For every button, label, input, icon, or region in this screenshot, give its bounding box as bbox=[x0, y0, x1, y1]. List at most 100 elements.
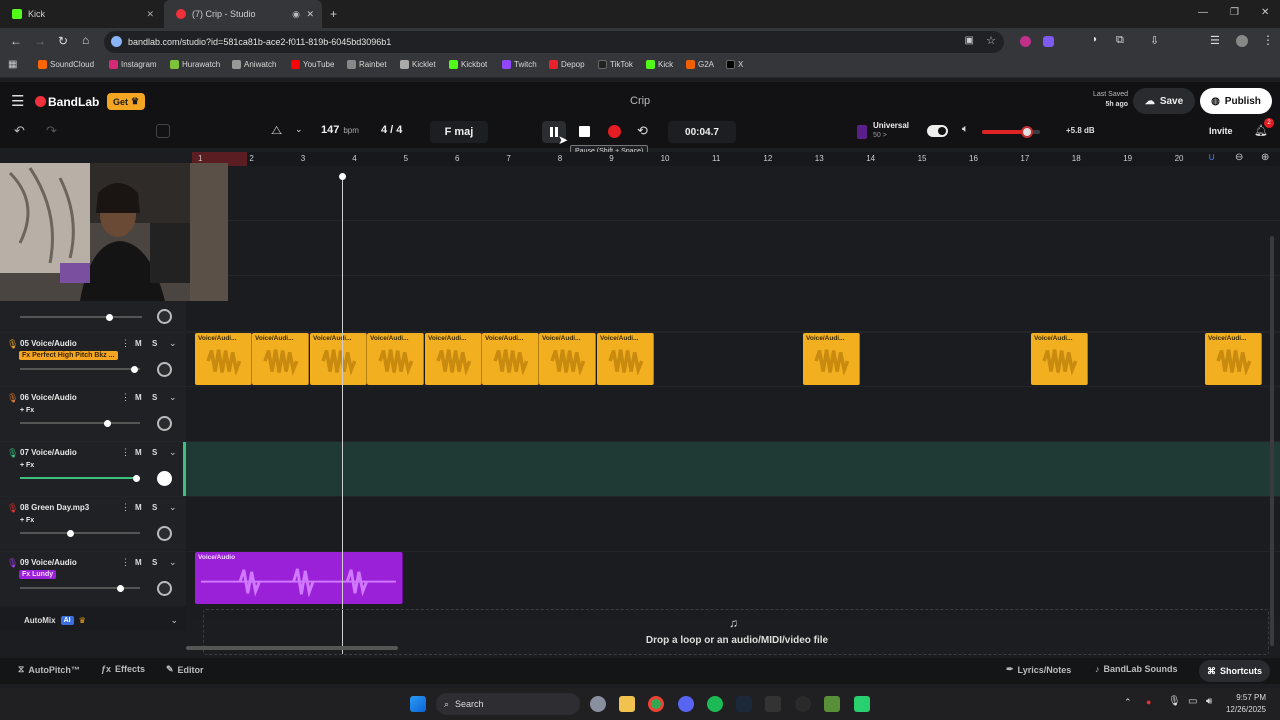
chevron-down-icon[interactable]: ⌄ bbox=[170, 615, 178, 626]
solo-button[interactable]: S bbox=[152, 558, 157, 567]
tab-studio[interactable]: (7) Crip - Studio ◉ ✕ bbox=[164, 0, 322, 28]
shortcuts-button[interactable]: ⌘ Shortcuts bbox=[1199, 660, 1271, 682]
effects-preset-pill[interactable]: Fx Perfect High Pitch Bkz ... bbox=[19, 351, 118, 360]
mute-button[interactable]: M bbox=[135, 393, 142, 402]
site-info-icon[interactable] bbox=[111, 36, 122, 47]
bookmark-g2a[interactable]: G2A bbox=[686, 60, 714, 69]
bookmark-x[interactable]: X bbox=[726, 60, 743, 69]
pan-knob[interactable] bbox=[157, 471, 172, 486]
volume-slider[interactable] bbox=[20, 419, 140, 427]
audio-clip[interactable]: Voice/Audio bbox=[195, 552, 403, 604]
volume-slider[interactable] bbox=[20, 313, 142, 321]
volume-tray-icon[interactable]: 🔊︎ bbox=[1206, 696, 1212, 707]
master-volume-slider[interactable] bbox=[982, 126, 1040, 138]
bookmark-rainbet[interactable]: Rainbet bbox=[347, 60, 387, 69]
volume-slider[interactable] bbox=[20, 365, 140, 373]
extensions-puzzle-icon[interactable]: ⧉ bbox=[1116, 34, 1124, 47]
volume-slider[interactable] bbox=[20, 584, 140, 592]
volume-slider-thumb[interactable] bbox=[117, 584, 125, 592]
undo-icon[interactable]: ↶ bbox=[14, 123, 25, 139]
url-bar[interactable]: bandlab.com/studio?id=581ca81b-ace2-f011… bbox=[104, 31, 1004, 53]
pan-knob[interactable] bbox=[157, 526, 172, 541]
chevron-down-icon[interactable]: ⌄ bbox=[169, 502, 177, 513]
new-tab-icon[interactable]: + bbox=[330, 7, 337, 21]
audio-clip[interactable]: Voice/Audi... bbox=[539, 333, 596, 385]
volume-slider-thumb[interactable] bbox=[130, 365, 138, 373]
screen-share-icon[interactable]: ▣ bbox=[965, 35, 974, 46]
record-button[interactable] bbox=[608, 125, 621, 138]
stop-button[interactable] bbox=[579, 126, 590, 137]
volume-slider[interactable] bbox=[20, 474, 140, 482]
back-icon[interactable]: ← bbox=[10, 34, 22, 48]
track-header[interactable]: 🎙︎ 06 Voice/Audio ⋮ M S ⌄ + Fx bbox=[0, 387, 186, 441]
mastering-preset-name[interactable]: Universal bbox=[873, 121, 909, 130]
bookmark-kick[interactable]: Kick bbox=[646, 60, 673, 69]
audio-clip[interactable]: Voice/Audi... bbox=[597, 333, 654, 385]
taskbar-search-box[interactable]: ⌕ Search bbox=[436, 693, 580, 715]
restore-icon[interactable]: ❐ bbox=[1230, 7, 1239, 18]
automix-row[interactable]: AutoMix AI ♛ ⌄ bbox=[0, 609, 186, 631]
time-signature[interactable]: 4 / 4 bbox=[381, 124, 402, 136]
app-icon[interactable] bbox=[795, 696, 811, 712]
mastering-preset-sub[interactable]: 50 > bbox=[873, 132, 887, 139]
audio-clip[interactable]: Voice/Audi... bbox=[252, 333, 309, 385]
close-icon[interactable]: ✕ bbox=[146, 9, 154, 20]
bookmark-instagram[interactable]: Instagram bbox=[109, 60, 157, 69]
track-menu-kebab-icon[interactable]: ⋮ bbox=[121, 557, 130, 568]
lock-tempo-icon[interactable] bbox=[156, 124, 170, 138]
invite-button[interactable]: Invite bbox=[1209, 126, 1233, 136]
sidebar-icon[interactable]: ☰ bbox=[1210, 34, 1220, 47]
add-effects-button[interactable]: + Fx bbox=[20, 462, 34, 469]
audio-clip[interactable]: Voice/Audi... bbox=[1031, 333, 1088, 385]
audio-clip[interactable]: Voice/Audi... bbox=[425, 333, 482, 385]
add-effects-button[interactable]: + Fx bbox=[20, 407, 34, 414]
add-effects-button[interactable]: + Fx bbox=[20, 517, 34, 524]
save-button[interactable]: ☁ Save bbox=[1133, 88, 1195, 114]
horizontal-scrollbar[interactable] bbox=[186, 646, 398, 650]
bookmark-star-icon[interactable]: ☆ bbox=[986, 34, 996, 47]
extension-icon[interactable]: ◗ bbox=[1092, 34, 1098, 45]
menu-kebab-icon[interactable]: ⋮ bbox=[1262, 33, 1274, 47]
track-name[interactable]: Green Day.mp3 bbox=[31, 503, 89, 512]
clock-date[interactable]: 12/26/2025 bbox=[1220, 705, 1266, 714]
chevron-down-icon[interactable]: ⌄ bbox=[169, 447, 177, 458]
track-header[interactable]: 🎙︎ 07 Voice/Audio ⋮ M S ⌄ + Fx bbox=[0, 442, 186, 496]
solo-button[interactable]: S bbox=[152, 503, 157, 512]
track-name[interactable]: Voice/Audio bbox=[31, 448, 77, 457]
track-name[interactable]: Voice/Audio bbox=[31, 393, 77, 402]
mute-button[interactable]: M bbox=[135, 503, 142, 512]
minimize-icon[interactable]: — bbox=[1198, 7, 1208, 18]
bookmark-kickbot[interactable]: Kickbot bbox=[449, 60, 487, 69]
track-header[interactable]: 🎙︎ 05 Voice/Audio ⋮ M S ⌄ Fx Perfect Hig… bbox=[0, 333, 186, 387]
bandlab-sounds-button[interactable]: ♪ BandLab Sounds bbox=[1095, 664, 1178, 674]
track-header[interactable]: 🎙︎ 08 Green Day.mp3 ⋮ M S ⌄ + Fx bbox=[0, 497, 186, 551]
app-icon[interactable] bbox=[824, 696, 840, 712]
loop-icon[interactable]: ⟲ bbox=[637, 123, 648, 139]
home-icon[interactable]: ⌂ bbox=[82, 33, 89, 47]
mute-button[interactable]: M bbox=[135, 558, 142, 567]
steam-icon[interactable] bbox=[736, 696, 752, 712]
audio-clip[interactable]: Voice/Audi... bbox=[803, 333, 860, 385]
volume-slider-thumb[interactable] bbox=[104, 419, 112, 427]
autopitch-button[interactable]: ⧖ AutoPitch™ bbox=[18, 664, 80, 675]
chevron-up-icon[interactable]: ⌃ bbox=[1124, 697, 1132, 708]
apps-grid-icon[interactable]: ▦ bbox=[8, 59, 17, 70]
discord-icon[interactable] bbox=[678, 696, 694, 712]
mute-button[interactable]: M bbox=[135, 339, 142, 348]
tray-app-icon[interactable]: ● bbox=[1146, 697, 1151, 707]
app-icon[interactable] bbox=[854, 696, 870, 712]
chevron-down-icon[interactable]: ⌄ bbox=[169, 338, 177, 349]
track-menu-kebab-icon[interactable]: ⋮ bbox=[121, 338, 130, 349]
key-selector[interactable]: F maj bbox=[430, 121, 488, 143]
hamburger-menu-icon[interactable]: ☰ bbox=[11, 92, 24, 110]
chrome-icon[interactable] bbox=[648, 696, 664, 712]
speaker-mute-icon[interactable]: 🔈︎ bbox=[962, 123, 969, 136]
effects-preset-pill[interactable]: Fx Lundy bbox=[19, 570, 57, 579]
solo-button[interactable]: S bbox=[152, 339, 157, 348]
solo-button[interactable]: S bbox=[152, 393, 157, 402]
track-name[interactable]: Voice/Audio bbox=[31, 558, 77, 567]
mute-button[interactable]: M bbox=[135, 448, 142, 457]
redo-icon[interactable]: ↷ bbox=[46, 123, 57, 139]
track-menu-kebab-icon[interactable]: ⋮ bbox=[121, 502, 130, 513]
playhead[interactable] bbox=[342, 176, 343, 654]
